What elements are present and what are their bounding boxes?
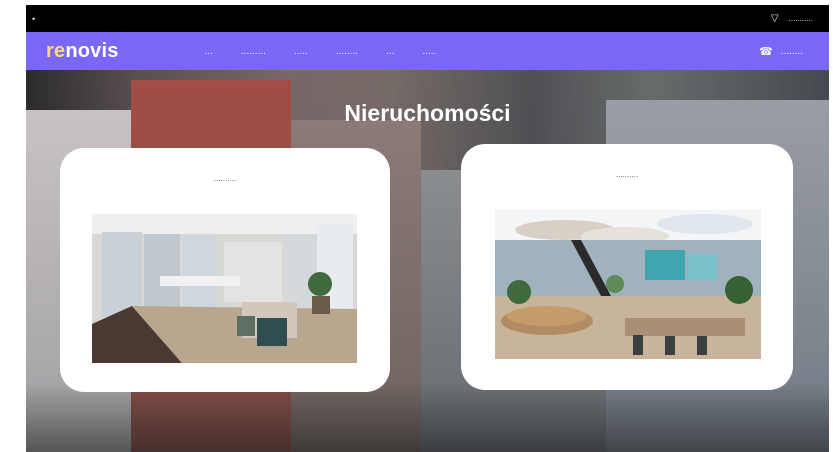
office-photo-svg [92,214,357,363]
wifi-icon: ▽ [770,13,779,24]
phone-contact[interactable]: ☎ ........ [759,45,803,58]
nav-item-6[interactable]: ..... [422,46,436,57]
nav-item-5[interactable]: ... [386,46,394,57]
nav-menu: ... ......... ..... ........ ... ..... [205,46,437,57]
page-title: Nieruchomości [344,100,511,126]
top-bar-right: ▽ ........... [771,13,813,24]
nav-item-1[interactable]: ... [205,46,213,57]
nav-item-4[interactable]: ........ [336,46,358,57]
office-photo [92,214,357,363]
property-card-2[interactable]: .......... [461,144,793,390]
card-label-1: .......... [213,174,237,183]
street-overlay [26,382,829,452]
top-bar-text: ........... [788,14,813,23]
card-label-2: .......... [615,170,639,179]
phone-icon: ☎ [759,45,773,58]
hero-section: Nieruchomości .......... .......... [26,70,829,452]
coworking-photo [495,210,761,359]
logo-prefix: re [46,39,66,62]
top-bar: • ▽ ........... [26,5,829,32]
property-card-1[interactable]: .......... [60,148,390,392]
dot-icon: • [32,13,36,24]
nav-item-3[interactable]: ..... [294,46,308,57]
logo-suffix: novis [65,39,119,62]
coworking-photo-svg [495,210,761,359]
page: • ▽ ........... renovis ... ......... ..… [0,0,833,452]
phone-number: ........ [780,45,803,57]
main-navigation: renovis ... ......... ..... ........ ...… [26,32,829,70]
nav-item-2[interactable]: ......... [241,46,266,57]
site-logo[interactable]: renovis [46,40,119,63]
